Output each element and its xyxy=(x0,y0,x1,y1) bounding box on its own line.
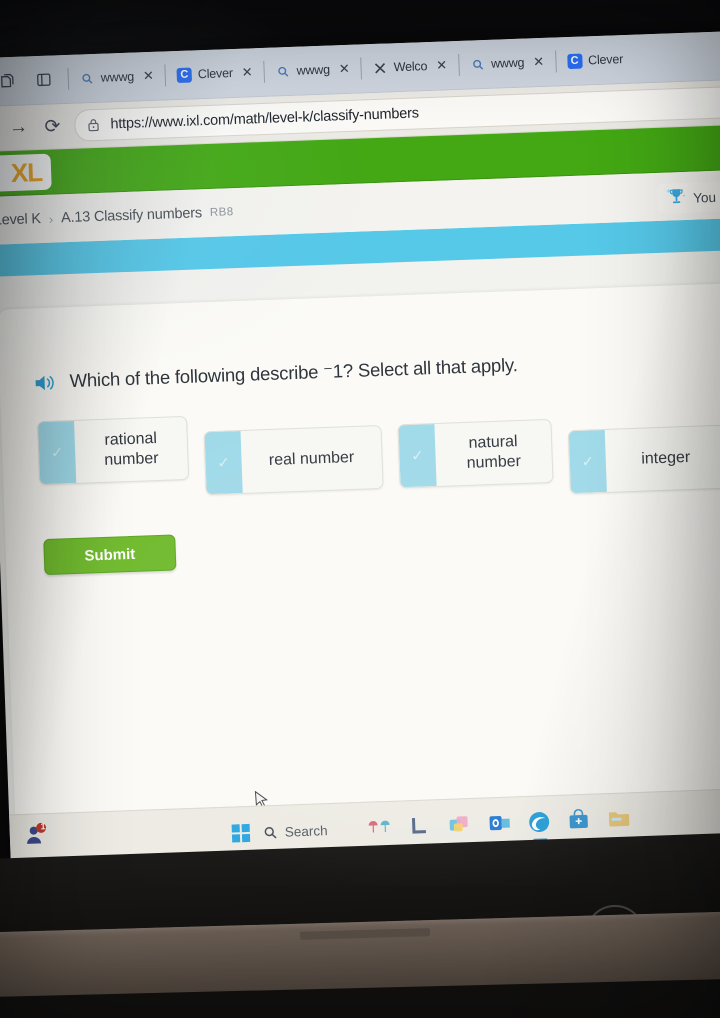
option-natural-number[interactable]: ✓ natural number xyxy=(397,418,554,489)
breadcrumb-level[interactable]: Level K xyxy=(0,211,41,229)
photos-icon[interactable] xyxy=(447,813,472,838)
browser-tab[interactable]: wwwg ✕ xyxy=(73,59,160,96)
notification-badge: 1 xyxy=(40,821,46,832)
tab-label: Welco xyxy=(393,59,428,75)
forward-button[interactable]: → xyxy=(2,111,35,144)
widgets-icon[interactable] xyxy=(367,816,392,841)
trophy-icon xyxy=(665,184,688,212)
breadcrumb-separator: › xyxy=(48,211,54,227)
laptop-photo: wwwg ✕ C Clever ✕ wwwg ✕ Welco ✕ wwwg ✕ … xyxy=(0,0,720,1018)
tab-label: wwwg xyxy=(100,69,135,85)
option-label: real number xyxy=(268,449,355,470)
checkbox-icon[interactable]: ✓ xyxy=(204,431,243,495)
checkbox-icon[interactable]: ✓ xyxy=(38,421,77,485)
tab-label: Clever xyxy=(197,66,234,82)
skill-code: RB8 xyxy=(209,206,234,219)
l-shape-icon[interactable] xyxy=(407,814,432,839)
browser-tab[interactable]: Welco ✕ xyxy=(366,48,454,85)
windows-start-icon[interactable] xyxy=(231,823,251,843)
tab-label: wwwg xyxy=(296,62,331,78)
option-real-number[interactable]: ✓ real number xyxy=(203,425,384,496)
tab-divider xyxy=(554,50,557,73)
tab-divider xyxy=(360,57,363,80)
edge-icon[interactable] xyxy=(527,810,552,835)
tab-divider xyxy=(164,64,167,87)
browser-tab[interactable]: wwwg ✕ xyxy=(269,52,356,89)
browser-tab[interactable]: wwwg ✕ xyxy=(463,45,550,82)
close-icon[interactable]: ✕ xyxy=(339,61,350,77)
option-rational-number[interactable]: ✓ rational number xyxy=(37,416,190,486)
option-label: natural number xyxy=(466,433,522,473)
store-icon[interactable] xyxy=(567,808,592,834)
close-icon[interactable]: ✕ xyxy=(143,68,154,84)
close-icon[interactable]: ✕ xyxy=(436,57,447,73)
awards-chip[interactable]: You hav xyxy=(656,180,720,214)
ixl-logo-text: XL xyxy=(10,156,43,188)
taskbar-apps xyxy=(367,807,632,840)
ixl-logo[interactable]: XL xyxy=(0,153,52,193)
tab-divider xyxy=(457,53,460,76)
taskbar-search[interactable]: Search xyxy=(264,823,328,840)
breadcrumb-skill[interactable]: A.13 Classify numbers xyxy=(61,205,202,226)
toolbar-divider xyxy=(67,67,70,90)
speaker-icon[interactable] xyxy=(33,373,58,394)
lock-icon xyxy=(87,117,102,132)
outlook-icon[interactable] xyxy=(487,812,512,837)
search-icon xyxy=(275,63,291,79)
checkbox-icon[interactable]: ✓ xyxy=(398,424,437,488)
option-label: rational number xyxy=(104,430,159,470)
close-icon[interactable]: ✕ xyxy=(533,54,544,70)
option-integer[interactable]: ✓ integer xyxy=(567,424,720,495)
laptop-screen: wwwg ✕ C Clever ✕ wwwg ✕ Welco ✕ wwwg ✕ … xyxy=(0,30,720,868)
submit-button[interactable]: Submit xyxy=(43,534,177,576)
browser-tab[interactable]: C Clever ✕ xyxy=(170,55,259,92)
option-label: integer xyxy=(641,449,691,468)
close-icon[interactable]: ✕ xyxy=(241,64,252,80)
awards-label: You hav xyxy=(692,188,720,206)
reload-button[interactable]: ⟳ xyxy=(36,110,69,143)
search-icon xyxy=(470,57,486,73)
url-text: https://www.ixl.com/math/level-k/classif… xyxy=(110,105,420,133)
search-icon xyxy=(80,70,96,86)
search-placeholder: Search xyxy=(284,822,328,840)
split-screen-icon[interactable] xyxy=(28,64,59,95)
back-button[interactable]: ← xyxy=(0,112,1,145)
folder-icon[interactable] xyxy=(607,807,632,832)
tab-label: wwwg xyxy=(490,55,525,71)
tab-divider xyxy=(263,60,266,83)
clever-icon: C xyxy=(566,53,583,69)
ixl-icon xyxy=(372,60,388,76)
browser-tab[interactable]: C Clever xyxy=(561,42,630,78)
clever-icon: C xyxy=(176,67,193,83)
exercise-card: Which of the following describe ⁻1? Sele… xyxy=(0,281,720,868)
tab-label: Clever xyxy=(587,52,624,68)
tab-groups-icon[interactable] xyxy=(0,66,21,97)
checkbox-icon[interactable]: ✓ xyxy=(568,430,607,494)
